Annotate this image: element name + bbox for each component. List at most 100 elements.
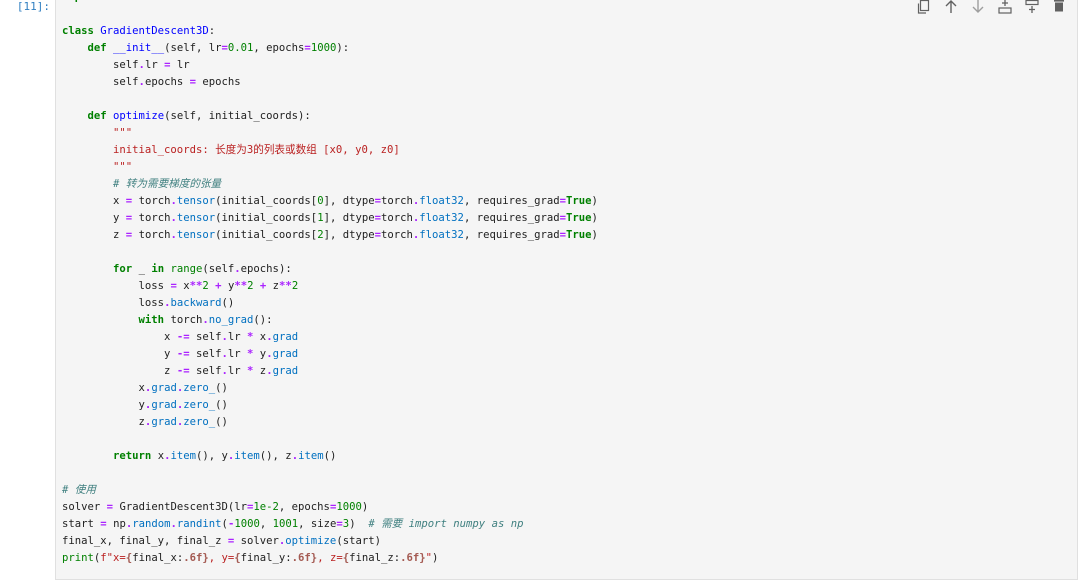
code-token: , size — [298, 518, 337, 530]
code-token: (): — [253, 314, 273, 326]
code-line: z -= self.lr * z.grad — [62, 363, 598, 380]
code-token: grad — [151, 399, 177, 411]
code-token: import — [62, 0, 100, 3]
code-line: for _ in range(self.epochs): — [62, 261, 598, 278]
code-token: torch — [170, 314, 203, 326]
code-token: 1001 — [272, 518, 299, 530]
code-token: , epochs — [278, 501, 330, 513]
code-line: z = torch.tensor(initial_coords[2], dtyp… — [62, 227, 598, 244]
insert-below-icon — [1025, 0, 1039, 14]
code-token: grad — [272, 365, 299, 377]
code-line: print(f"x={final_x:.6f}, y={final_y:.6f}… — [62, 550, 598, 567]
code-token: ** — [279, 280, 292, 292]
code-token: + — [215, 280, 222, 292]
code-token: GradientDescent3D — [100, 25, 209, 37]
code-token: * — [247, 348, 254, 360]
code-token: = — [170, 280, 177, 292]
code-token: solver — [62, 501, 107, 513]
move-up-icon — [944, 0, 958, 14]
code-token: -= — [176, 365, 190, 377]
code-token: ): — [336, 42, 350, 54]
code-token: ], dtype — [323, 212, 375, 224]
code-line: x -= self.lr * x.grad — [62, 329, 598, 346]
code-token: start — [62, 518, 101, 530]
code-editor[interactable]: import torch class GradientDescent3D: de… — [62, 0, 598, 567]
code-token: = — [164, 59, 171, 71]
code-token: self — [62, 59, 139, 71]
move-down-button[interactable] — [970, 0, 986, 14]
code-token: no_grad — [208, 314, 254, 326]
code-token: () — [215, 399, 228, 411]
code-token: final_x, final_y, final_z — [62, 535, 228, 547]
code-token: (), z — [259, 450, 292, 462]
duplicate-button[interactable] — [916, 0, 932, 14]
code-token: backward — [170, 297, 222, 309]
code-token: = — [189, 76, 196, 88]
code-line: x.grad.zero_() — [62, 380, 598, 397]
insert-below-button[interactable] — [1024, 0, 1040, 14]
code-token: (start) — [336, 535, 381, 547]
code-token: 1000 — [234, 518, 260, 530]
code-line: start = np.random.randint(-1000, 1001, s… — [62, 516, 598, 533]
code-token: _ — [138, 263, 145, 275]
code-line: x = torch.tensor(initial_coords[0], dtyp… — [62, 193, 598, 210]
code-token: torch — [381, 229, 413, 241]
move-up-button[interactable] — [943, 0, 959, 14]
code-token: lr — [144, 59, 165, 71]
code-token: , requires_grad — [463, 212, 560, 224]
code-token: 0.01 — [227, 42, 254, 54]
code-token: lr — [227, 365, 248, 377]
code-token: z — [62, 416, 145, 428]
code-token: randint — [176, 518, 222, 530]
insert-above-button[interactable] — [997, 0, 1013, 14]
code-token: torch — [138, 229, 171, 241]
code-token: ** — [189, 280, 203, 292]
delete-button[interactable] — [1051, 0, 1067, 14]
code-token: = — [100, 518, 107, 530]
code-line: z.grad.zero_() — [62, 414, 598, 431]
code-token: torch — [138, 195, 171, 207]
code-token: = — [125, 229, 133, 241]
code-token: ], dtype — [323, 229, 375, 241]
code-token: zero_ — [183, 416, 216, 428]
code-token: torch — [138, 212, 171, 224]
code-token: torch — [381, 212, 413, 224]
code-token: optimize — [113, 110, 165, 122]
code-line: y.grad.zero_() — [62, 397, 598, 414]
code-token: -= — [176, 348, 190, 360]
code-token: 2 — [291, 280, 299, 292]
code-token: True — [566, 212, 592, 224]
code-line: y = torch.tensor(initial_coords[1], dtyp… — [62, 210, 598, 227]
code-token: lr — [176, 59, 190, 71]
code-token: self — [195, 348, 222, 360]
code-line: """ — [62, 125, 598, 142]
code-token: # 需要 import numpy as np — [368, 518, 524, 530]
code-line: return x.item(), y.item(), z.item() — [62, 448, 598, 465]
code-token: ** — [234, 280, 248, 292]
code-token: , requires_grad — [463, 229, 560, 241]
code-token: ) — [349, 518, 369, 530]
code-token: zero_ — [183, 399, 216, 411]
code-token: lr — [227, 348, 248, 360]
code-token: , requires_grad — [463, 195, 560, 207]
code-cell[interactable]: import torch class GradientDescent3D: de… — [55, 0, 1078, 580]
code-token: class — [62, 25, 94, 37]
code-token: (self — [202, 263, 235, 275]
code-line: self.epochs = epochs — [62, 74, 598, 91]
code-token: loss — [62, 297, 165, 309]
code-token: self — [62, 76, 139, 88]
code-token: = — [106, 501, 114, 513]
code-token: range — [170, 263, 203, 275]
cell-execution-prompt: [11]: — [16, 0, 50, 13]
code-token: return — [113, 450, 152, 462]
code-line: solver = GradientDescent3D(lr=1e-2, epoc… — [62, 499, 598, 516]
code-token: f"x= — [100, 552, 126, 564]
code-token: final_y: — [240, 552, 292, 564]
